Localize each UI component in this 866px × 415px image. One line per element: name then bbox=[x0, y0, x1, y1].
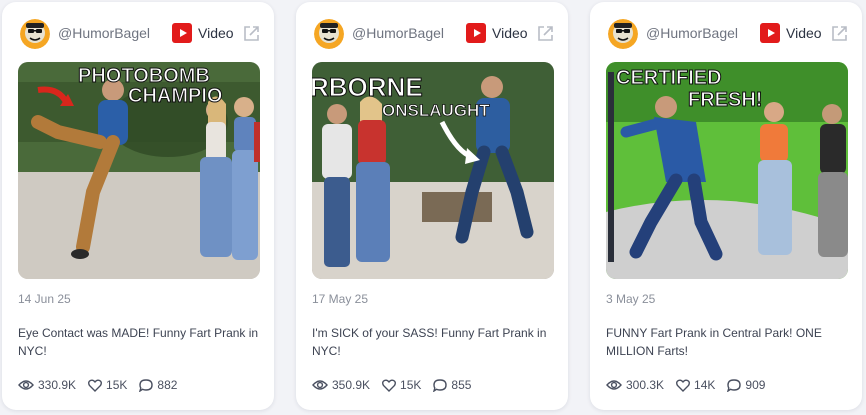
views-stat: 300.3K bbox=[606, 378, 664, 392]
comments-stat: 882 bbox=[139, 378, 177, 392]
heart-icon bbox=[676, 379, 691, 392]
views-count: 300.3K bbox=[626, 378, 665, 392]
comments-stat: 855 bbox=[433, 378, 471, 392]
external-link-icon[interactable] bbox=[242, 24, 261, 43]
comments-count: 909 bbox=[745, 378, 766, 392]
comment-icon bbox=[139, 378, 154, 392]
views-stat: 350.9K bbox=[312, 378, 370, 392]
thumbnail-overlay-line-1: PHOTOBOMB bbox=[78, 65, 210, 87]
engagement-stats: 300.3K 14K 909 bbox=[606, 378, 777, 392]
youtube-icon bbox=[172, 23, 192, 43]
youtube-icon bbox=[466, 23, 486, 43]
post-title[interactable]: FUNNY Fart Prank in Central Park! ONE MI… bbox=[606, 324, 851, 360]
post-type-label: Video bbox=[198, 25, 234, 41]
post-type-label: Video bbox=[492, 25, 528, 41]
post-card-3[interactable]: @HumorBagel Video CERTIFIED FRESH! 3 May… bbox=[590, 2, 862, 410]
likes-count: 14K bbox=[694, 378, 716, 392]
post-type-label: Video bbox=[786, 25, 822, 41]
channel-handle[interactable]: @HumorBagel bbox=[58, 25, 150, 41]
video-thumbnail[interactable]: PHOTOBOMB CHAMPIO bbox=[18, 62, 260, 279]
video-thumbnail[interactable]: CERTIFIED FRESH! bbox=[606, 62, 848, 279]
comment-icon bbox=[433, 378, 448, 392]
post-title[interactable]: I'm SICK of your SASS! Funny Fart Prank … bbox=[312, 324, 557, 360]
eye-icon bbox=[312, 380, 328, 390]
comments-count: 882 bbox=[157, 378, 178, 392]
views-count: 330.9K bbox=[38, 378, 77, 392]
avatar-icon[interactable] bbox=[314, 19, 344, 49]
post-date: 14 Jun 25 bbox=[18, 292, 71, 306]
channel-handle[interactable]: @HumorBagel bbox=[646, 25, 738, 41]
comments-stat: 909 bbox=[727, 378, 765, 392]
likes-stat: 15K bbox=[382, 378, 421, 392]
thumbnail-overlay-line-1: RBORNE bbox=[312, 72, 423, 102]
eye-icon bbox=[18, 380, 34, 390]
heart-icon bbox=[88, 379, 103, 392]
eye-icon bbox=[606, 380, 622, 390]
post-card-2[interactable]: @HumorBagel Video RBORNE ONSLAUGHT 17 Ma… bbox=[296, 2, 568, 410]
comment-icon bbox=[727, 378, 742, 392]
post-card-1[interactable]: @HumorBagel Video PHOTOBOMB CHAMPIO 14 J… bbox=[2, 2, 274, 410]
likes-stat: 14K bbox=[676, 378, 715, 392]
thumbnail-overlay-line-2: ONSLAUGHT bbox=[382, 101, 490, 120]
engagement-stats: 350.9K 15K 855 bbox=[312, 378, 483, 392]
avatar-icon[interactable] bbox=[20, 19, 50, 49]
likes-stat: 15K bbox=[88, 378, 127, 392]
external-link-icon[interactable] bbox=[830, 24, 849, 43]
views-stat: 330.9K bbox=[18, 378, 76, 392]
post-date: 3 May 25 bbox=[606, 292, 656, 306]
avatar-icon[interactable] bbox=[608, 19, 638, 49]
views-count: 350.9K bbox=[332, 378, 371, 392]
thumbnail-overlay-line-2: CHAMPIO bbox=[128, 85, 222, 107]
heart-icon bbox=[382, 379, 397, 392]
thumbnail-overlay-line-2: FRESH! bbox=[688, 89, 762, 111]
thumbnail-overlay-line-1: CERTIFIED bbox=[616, 67, 722, 89]
post-date: 17 May 25 bbox=[312, 292, 369, 306]
engagement-stats: 330.9K 15K 882 bbox=[18, 378, 189, 392]
channel-handle[interactable]: @HumorBagel bbox=[352, 25, 444, 41]
external-link-icon[interactable] bbox=[536, 24, 555, 43]
youtube-icon bbox=[760, 23, 780, 43]
video-thumbnail[interactable]: RBORNE ONSLAUGHT bbox=[312, 62, 554, 279]
likes-count: 15K bbox=[106, 378, 128, 392]
comments-count: 855 bbox=[451, 378, 472, 392]
post-title[interactable]: Eye Contact was MADE! Funny Fart Prank i… bbox=[18, 324, 263, 360]
likes-count: 15K bbox=[400, 378, 422, 392]
